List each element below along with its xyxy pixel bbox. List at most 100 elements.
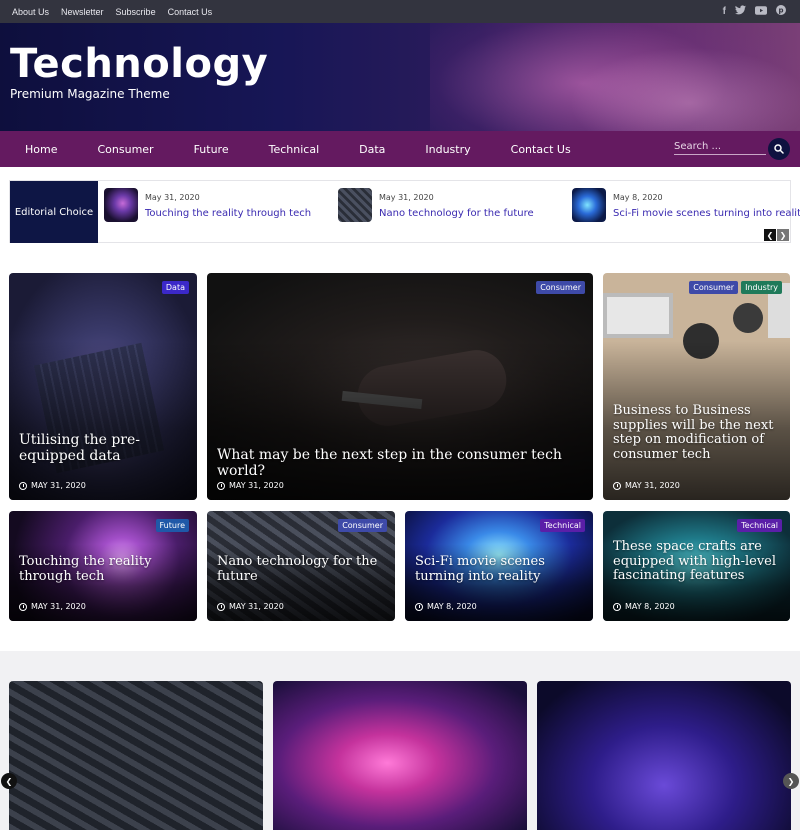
ticker-prev-button[interactable]: ❮: [764, 229, 776, 241]
card-date-text: MAY 31, 2020: [31, 481, 86, 490]
category-tag[interactable]: Technical: [540, 519, 585, 532]
editorial-choice-label: Editorial Choice: [10, 181, 98, 243]
clock-icon: [217, 602, 225, 611]
card-image-device: [733, 303, 763, 333]
category-tag[interactable]: Data: [161, 281, 189, 294]
top-bar: About Us Newsletter Subscribe Contact Us…: [0, 0, 800, 23]
top-link-subscribe[interactable]: Subscribe: [116, 7, 156, 17]
ticker-date: May 31, 2020: [145, 193, 200, 202]
card-title[interactable]: Utilising the pre-equipped data: [19, 432, 187, 465]
facebook-icon[interactable]: f: [723, 6, 726, 17]
svg-text:p: p: [778, 7, 783, 15]
site-title[interactable]: Technology: [10, 41, 268, 87]
header-background-highlight: [560, 43, 800, 131]
card-tags: Consumer: [338, 519, 387, 532]
nav-item-consumer[interactable]: Consumer: [97, 143, 153, 156]
post-card[interactable]: Technical These space crafts are equippe…: [603, 511, 790, 621]
editorial-ticker: Editorial Choice May 31, 2020 Touching t…: [9, 180, 800, 243]
site-tagline: Premium Magazine Theme: [10, 87, 170, 101]
card-tags: Future: [155, 519, 189, 532]
card-date-text: MAY 31, 2020: [229, 602, 284, 611]
card-title[interactable]: Sci-Fi movie scenes turning into reality: [415, 554, 583, 584]
social-icons: f p: [723, 0, 786, 23]
clock-icon: [19, 602, 27, 611]
card-tags: Consumer: [536, 281, 585, 294]
twitter-icon[interactable]: [735, 5, 746, 18]
card-date: MAY 31, 2020: [613, 481, 680, 490]
featured-post-card[interactable]: Consumer What may be the next step in th…: [207, 273, 593, 500]
card-date: MAY 8, 2020: [415, 602, 477, 611]
card-date: MAY 8, 2020: [613, 602, 675, 611]
slider-prev-button[interactable]: ❮: [1, 773, 17, 789]
card-title[interactable]: Touching the reality through tech: [19, 554, 187, 584]
card-date-text: MAY 31, 2020: [229, 481, 284, 490]
nav-item-technical[interactable]: Technical: [269, 143, 320, 156]
category-tag[interactable]: Technical: [737, 519, 782, 532]
category-tag[interactable]: Consumer: [338, 519, 387, 532]
card-title[interactable]: Nano technology for the future: [217, 554, 385, 584]
card-date-text: MAY 8, 2020: [427, 602, 477, 611]
ticker-arrows: ❮ ❯: [764, 229, 789, 241]
youtube-icon[interactable]: [755, 5, 767, 18]
card-tags: Technical: [737, 519, 782, 532]
card-date-text: MAY 8, 2020: [625, 602, 675, 611]
nav-item-data[interactable]: Data: [359, 143, 385, 156]
slider-card[interactable]: [9, 681, 263, 830]
ticker-date: May 31, 2020: [379, 193, 434, 202]
category-tag[interactable]: Industry: [741, 281, 782, 294]
ticker-title[interactable]: Nano technology for the future: [379, 208, 534, 219]
ticker-thumbnail[interactable]: [104, 188, 138, 222]
nav-item-future[interactable]: Future: [194, 143, 229, 156]
main-nav: Home Consumer Future Technical Data Indu…: [0, 131, 800, 167]
ticker-title[interactable]: Touching the reality through tech: [145, 208, 311, 219]
category-tag[interactable]: Future: [155, 519, 189, 532]
post-card[interactable]: Future Touching the reality through tech…: [9, 511, 197, 621]
featured-post-card[interactable]: Data Utilising the pre-equipped data MAY…: [9, 273, 197, 500]
clock-icon: [415, 602, 423, 611]
site-header: Technology Premium Magazine Theme: [0, 23, 800, 131]
card-image-laptop: [603, 293, 673, 338]
card-date: MAY 31, 2020: [19, 481, 86, 490]
card-title[interactable]: Business to Business supplies will be th…: [613, 403, 780, 463]
top-links: About Us Newsletter Subscribe Contact Us: [12, 0, 212, 23]
nav-item-industry[interactable]: Industry: [425, 143, 470, 156]
ticker-thumbnail[interactable]: [338, 188, 372, 222]
ticker-next-button[interactable]: ❯: [777, 229, 789, 241]
nav-item-contact-us[interactable]: Contact Us: [511, 143, 571, 156]
card-date-text: MAY 31, 2020: [31, 602, 86, 611]
card-date: MAY 31, 2020: [217, 602, 284, 611]
category-tag[interactable]: Consumer: [536, 281, 585, 294]
card-date-text: MAY 31, 2020: [625, 481, 680, 490]
clock-icon: [613, 602, 621, 611]
card-tags: Technical: [540, 519, 585, 532]
search-icon: [774, 144, 784, 154]
ticker-date: May 8, 2020: [613, 193, 663, 202]
card-tags: Consumer Industry: [689, 281, 782, 294]
top-link-about-us[interactable]: About Us: [12, 7, 49, 17]
card-title[interactable]: What may be the next step in the consume…: [217, 447, 583, 480]
category-tag[interactable]: Consumer: [689, 281, 739, 294]
slider-next-button[interactable]: ❯: [783, 773, 799, 789]
card-overlay: [9, 341, 197, 500]
slider-card[interactable]: [273, 681, 527, 830]
slider-card[interactable]: [537, 681, 791, 830]
post-card[interactable]: Consumer Nano technology for the future …: [207, 511, 395, 621]
card-tags: Data: [161, 281, 189, 294]
top-link-newsletter[interactable]: Newsletter: [61, 7, 104, 17]
featured-post-card[interactable]: Consumer Industry Business to Business s…: [603, 273, 790, 500]
card-date: MAY 31, 2020: [19, 602, 86, 611]
nav-items: Home Consumer Future Technical Data Indu…: [25, 131, 611, 167]
search-button[interactable]: [768, 138, 790, 160]
ticker-title[interactable]: Sci-Fi movie scenes turning into reality: [613, 208, 800, 219]
pinterest-icon[interactable]: p: [776, 5, 786, 18]
ticker-thumbnail[interactable]: [572, 188, 606, 222]
clock-icon: [613, 481, 621, 490]
clock-icon: [217, 481, 225, 490]
clock-icon: [19, 481, 27, 490]
post-card[interactable]: Technical Sci-Fi movie scenes turning in…: [405, 511, 593, 621]
card-date: MAY 31, 2020: [217, 481, 284, 490]
card-title[interactable]: These space crafts are equipped with hig…: [613, 539, 780, 584]
nav-item-home[interactable]: Home: [25, 143, 57, 156]
search-input[interactable]: [674, 139, 766, 155]
top-link-contact-us[interactable]: Contact Us: [168, 7, 213, 17]
